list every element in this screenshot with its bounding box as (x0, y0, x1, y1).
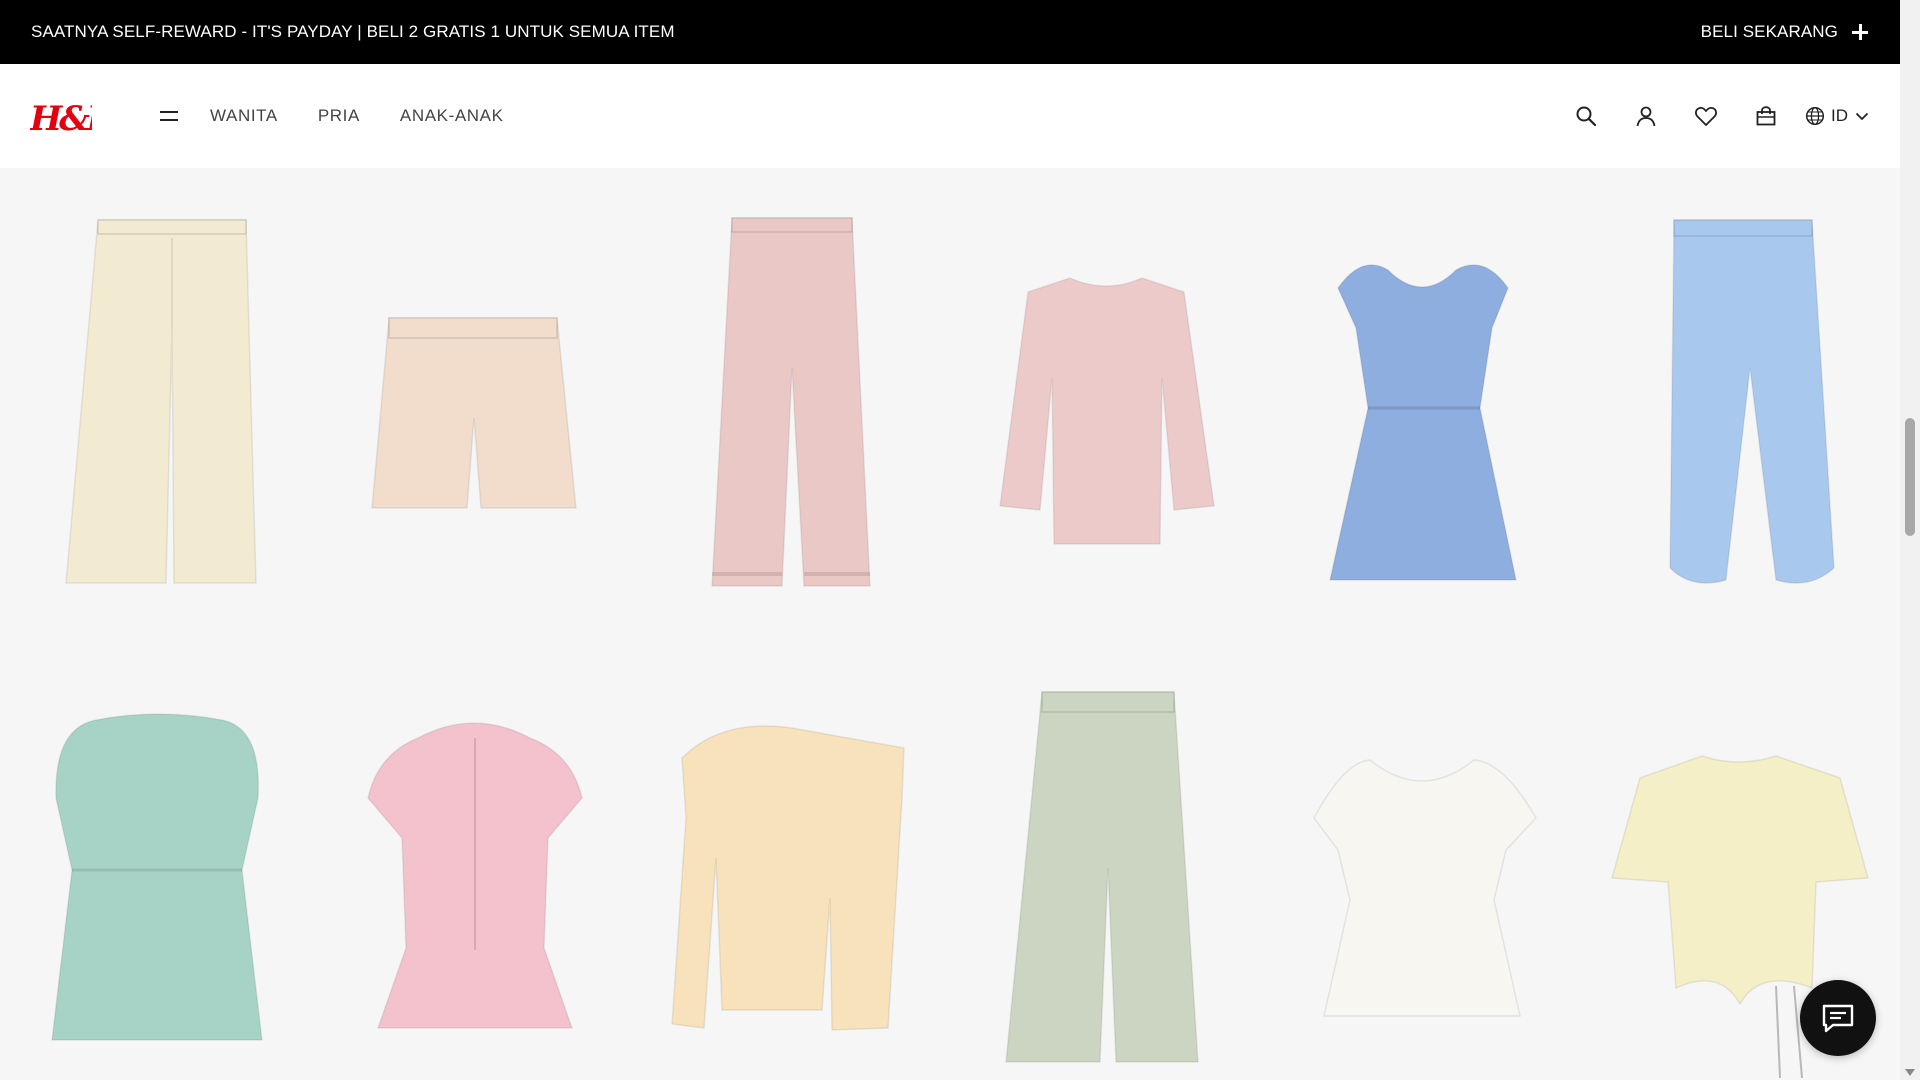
promo-text: SAATNYA SELF-REWARD - IT'S PAYDAY | BELI… (31, 22, 675, 41)
shop-now-label: BELI SEKARANG (1700, 22, 1838, 41)
scrollbar-thumb[interactable] (1905, 418, 1915, 536)
heart-icon[interactable] (1693, 103, 1719, 129)
chevron-down-icon (1855, 112, 1869, 121)
language-selector[interactable]: ID (1805, 106, 1870, 126)
product-card-wide-pants-sage[interactable] (948, 668, 1264, 1078)
chat-button[interactable] (1800, 980, 1876, 1056)
search-icon[interactable] (1573, 103, 1599, 129)
scroll-down-arrow-icon[interactable] (1905, 1069, 1915, 1076)
hm-logo[interactable]: H&M (29, 94, 129, 139)
product-grid (0, 168, 1900, 1080)
chat-icon (1822, 1004, 1854, 1033)
product-card-shorts-peach[interactable] (316, 208, 632, 618)
nav-item-pria[interactable]: PRIA (318, 106, 360, 126)
header-actions: ID (1573, 103, 1870, 129)
hm-logo-text: H&M (30, 99, 92, 138)
product-card-blouse-white[interactable] (1264, 668, 1580, 1078)
main-nav: WANITA PRIA ANAK-ANAK (210, 106, 504, 126)
product-card-peplum-cardigan-pink[interactable] (316, 668, 632, 1078)
product-card-puff-dress-blue[interactable] (1264, 208, 1580, 618)
plus-icon (1852, 24, 1868, 40)
product-card-jogger-pants-blue[interactable] (1580, 208, 1896, 618)
bag-icon[interactable] (1753, 103, 1779, 129)
promo-banner: SAATNYA SELF-REWARD - IT'S PAYDAY | BELI… (0, 0, 1900, 64)
nav-item-wanita[interactable]: WANITA (210, 106, 278, 126)
shop-now-link[interactable]: BELI SEKARANG (1701, 22, 1868, 42)
menu-icon[interactable] (160, 109, 178, 123)
globe-icon (1805, 106, 1825, 126)
account-icon[interactable] (1633, 103, 1659, 129)
product-card-flare-pants-pink[interactable] (632, 208, 948, 618)
language-label: ID (1831, 106, 1848, 125)
page-scrollbar[interactable] (1900, 0, 1920, 1080)
product-card-off-shoulder-top-cream[interactable] (632, 668, 948, 1078)
nav-item-anak-anak[interactable]: ANAK-ANAK (400, 106, 504, 126)
product-card-long-sleeve-top-pink[interactable] (948, 208, 1264, 618)
product-card-peplum-top-mint[interactable] (0, 668, 316, 1078)
site-header: H&M WANITA PRIA ANAK-ANAK ID (0, 64, 1900, 168)
product-card-wide-pants-cream[interactable] (0, 208, 316, 618)
